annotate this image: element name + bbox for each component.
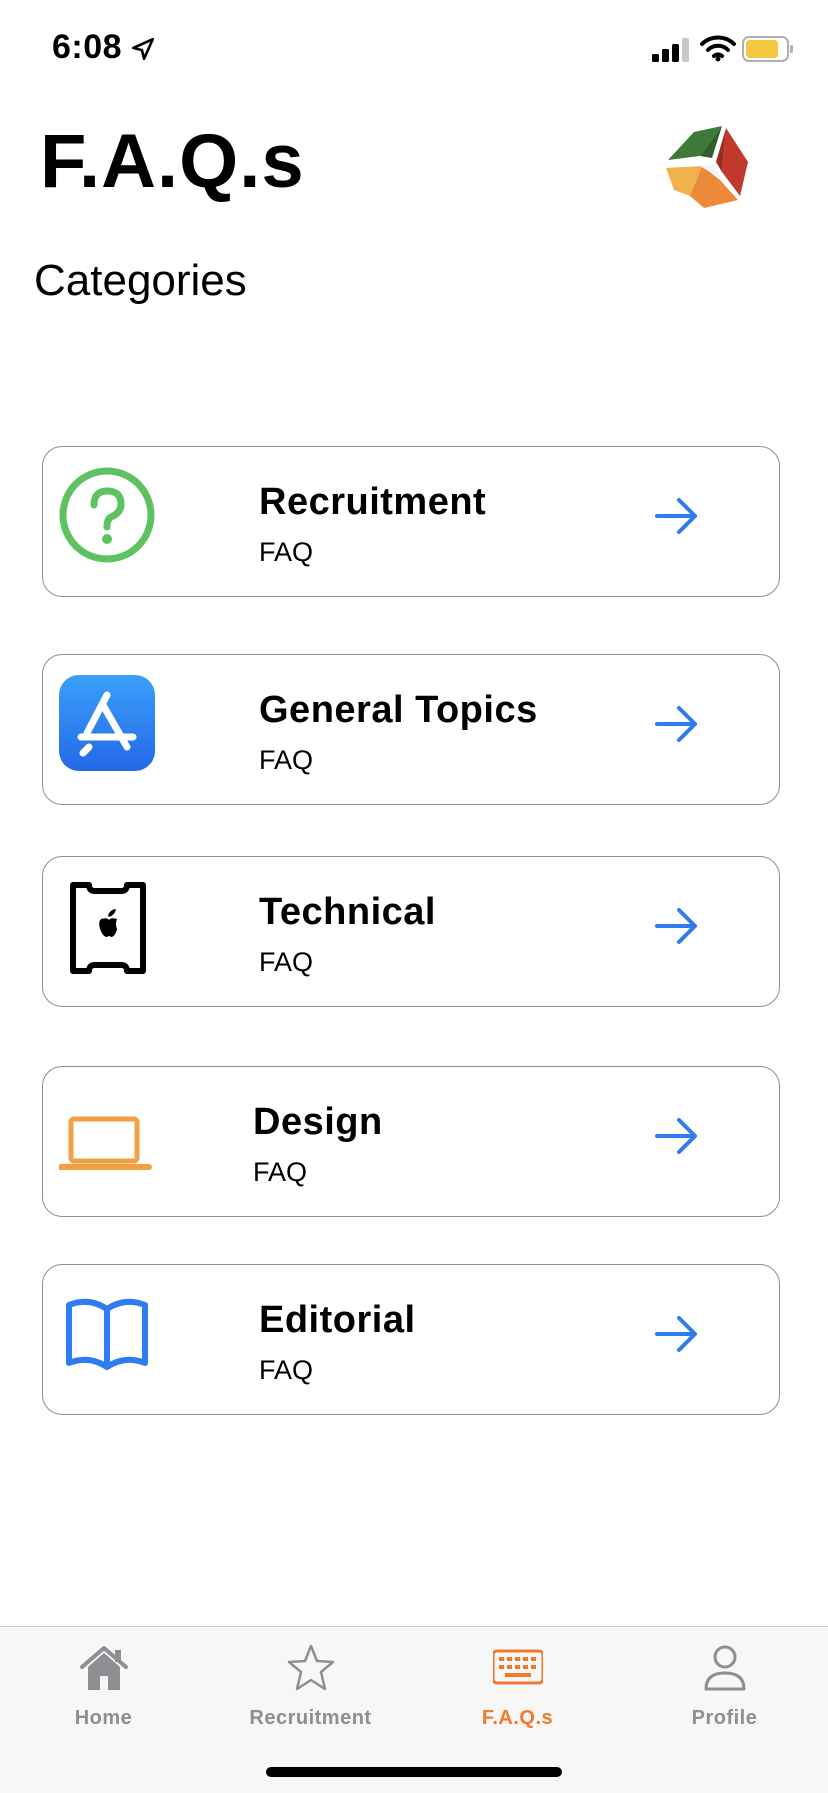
home-indicator[interactable] [266, 1767, 562, 1777]
category-card-general-topics[interactable]: General Topics FAQ [42, 654, 780, 805]
tab-faqs[interactable]: F.A.Q.s [414, 1627, 621, 1747]
category-name: Recruitment [259, 481, 487, 523]
tab-label: F.A.Q.s [481, 1707, 554, 1729]
category-sub: FAQ [259, 1355, 314, 1385]
book-icon [66, 1298, 148, 1370]
question-circle-icon [59, 467, 155, 563]
category-card-recruitment[interactable]: Recruitment FAQ [42, 446, 780, 597]
arrow-right-icon[interactable] [651, 901, 701, 951]
arrow-right-icon[interactable] [651, 1309, 701, 1359]
status-time: 6:08 [52, 28, 123, 66]
category-sub: FAQ [253, 1157, 308, 1187]
arrow-right-icon[interactable] [651, 699, 701, 749]
category-sub: FAQ [259, 947, 314, 977]
tab-recruitment[interactable]: Recruitment [207, 1627, 414, 1747]
section-heading: Categories [34, 256, 247, 305]
status-bar: 6:08 [0, 0, 828, 100]
location-arrow-icon [131, 37, 155, 61]
category-sub: FAQ [259, 537, 314, 567]
tab-label: Profile [691, 1707, 758, 1729]
tab-home[interactable]: Home [0, 1627, 207, 1747]
wifi-icon [700, 35, 736, 62]
star-icon [287, 1644, 335, 1691]
arrow-right-icon[interactable] [651, 1111, 701, 1161]
category-sub: FAQ [259, 745, 314, 775]
category-name: General Topics [259, 689, 538, 731]
cellular-signal-icon [652, 38, 689, 62]
arrow-right-icon[interactable] [651, 491, 701, 541]
app-logo-icon [666, 126, 748, 208]
category-name: Technical [259, 891, 436, 933]
category-card-design[interactable]: Design FAQ [42, 1066, 780, 1217]
category-card-editorial[interactable]: Editorial FAQ [42, 1264, 780, 1415]
apple-ticket-icon [70, 882, 146, 974]
page-title: F.A.Q.s [40, 119, 305, 204]
category-name: Editorial [259, 1299, 416, 1341]
category-name: Design [253, 1101, 383, 1143]
app-store-icon [59, 675, 155, 771]
laptop-icon [59, 1116, 152, 1170]
category-card-technical[interactable]: Technical FAQ [42, 856, 780, 1007]
home-icon [80, 1646, 128, 1690]
battery-icon [742, 36, 793, 62]
tab-label: Recruitment [249, 1707, 372, 1729]
tab-label: Home [74, 1707, 133, 1729]
tab-profile[interactable]: Profile [621, 1627, 828, 1747]
keyboard-icon [493, 1649, 543, 1685]
person-icon [704, 1645, 746, 1691]
